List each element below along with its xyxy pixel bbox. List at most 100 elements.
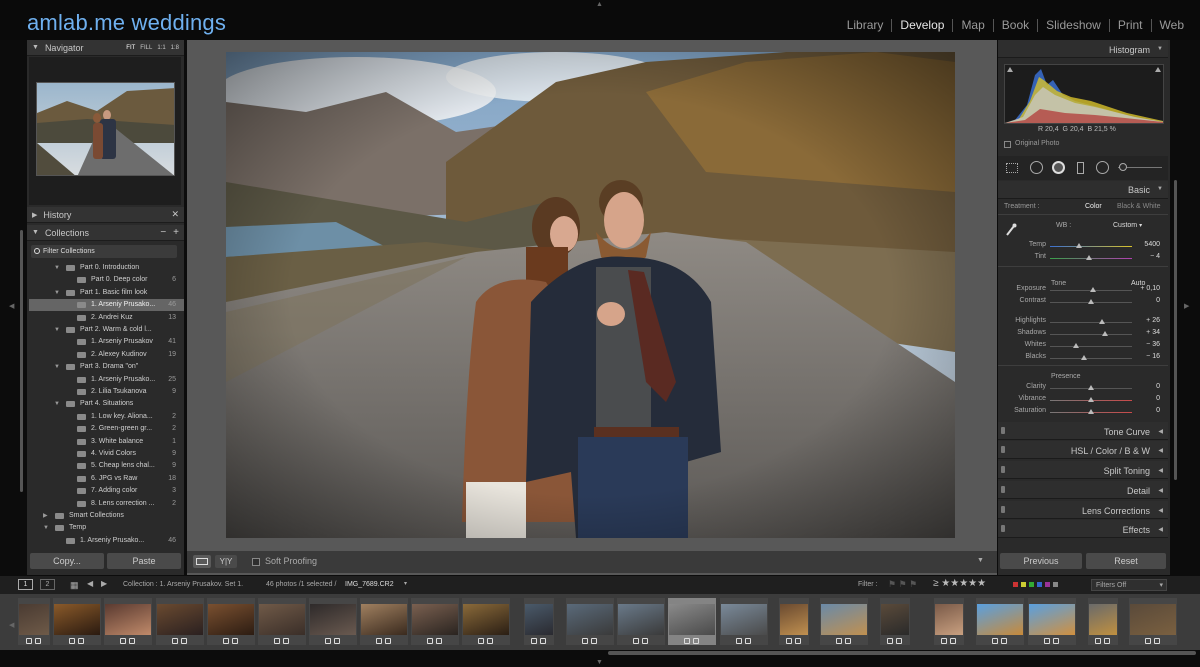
color-label-green[interactable] [1029, 582, 1034, 587]
remove-collection-icon[interactable]: − [160, 227, 166, 238]
right-panel-toggle-icon[interactable]: ▶ [1184, 302, 1189, 310]
panel-switch-icon[interactable] [1001, 486, 1005, 493]
panel-section-header[interactable]: Detail ◀ [998, 481, 1168, 499]
color-label-yellow[interactable] [1021, 582, 1026, 587]
filmstrip-thumbnail[interactable] [258, 598, 306, 645]
filmstrip-thumbnail[interactable] [934, 598, 964, 645]
collection-item[interactable]: Part 0. Deep color 6 [29, 274, 184, 286]
navigator-thumbnail[interactable] [36, 82, 175, 176]
filmstrip-thumbnail[interactable] [1129, 598, 1177, 645]
clear-history-icon[interactable]: ✕ [171, 209, 179, 220]
collection-item[interactable]: 1. Arseniy Prusako... 46 [29, 299, 184, 312]
zoom-1-8[interactable]: 1:8 [171, 45, 179, 51]
copy-button[interactable]: Copy... [30, 553, 104, 569]
collection-set[interactable]: ▼ Part 1. Basic film look [29, 287, 184, 299]
filmstrip-thumbnail[interactable] [779, 598, 809, 645]
collection-item[interactable]: 5. Cheap lens chal... 9 [29, 460, 184, 472]
color-label-purple[interactable] [1045, 582, 1050, 587]
filmstrip-thumbnail[interactable] [820, 598, 868, 645]
collection-set[interactable]: ▼ Part 3. Drama "on" [29, 361, 184, 373]
disclosure-icon[interactable]: ▶ [43, 510, 48, 522]
filmstrip-thumbnail[interactable] [309, 598, 357, 645]
collection-set[interactable]: ▼ Part 2. Warm & cold l... [29, 324, 184, 336]
disclosure-icon[interactable]: ▼ [54, 262, 60, 274]
module-library[interactable]: Library [839, 19, 892, 32]
collection-item[interactable]: 1. Arseniy Prusako... 25 [29, 374, 184, 386]
module-map[interactable]: Map [952, 19, 992, 32]
filmstrip-thumbnail[interactable] [617, 598, 665, 645]
rating-filter-stars[interactable]: ≥ ★★★★★ [933, 578, 986, 589]
right-scrollbar[interactable] [1174, 180, 1177, 480]
collection-item[interactable]: 4. Vivid Colors 9 [29, 448, 184, 460]
collection-set[interactable]: ▼ Part 0. Introduction [29, 262, 184, 274]
left-scrollbar[interactable] [20, 230, 23, 492]
left-panel-toggle-icon[interactable]: ◀ [9, 302, 14, 310]
bottom-panel-toggle-icon[interactable]: ▼ [596, 659, 603, 666]
disclosure-icon[interactable]: ▼ [54, 324, 60, 336]
zoom-fill[interactable]: FILL [140, 45, 152, 51]
filmstrip-thumbnail[interactable] [156, 598, 204, 645]
module-book[interactable]: Book [992, 19, 1037, 32]
collection-item[interactable]: 2. Lilia Tsukanova 9 [29, 386, 184, 398]
module-web[interactable]: Web [1150, 19, 1192, 32]
collection-item[interactable]: 8. Lens correction ... 2 [29, 498, 184, 510]
filmstrip-thumbnail[interactable] [720, 598, 768, 645]
collection-item[interactable]: 1. Arseniy Prusako... 46 [29, 535, 184, 547]
disclosure-icon[interactable]: ▼ [43, 522, 49, 534]
filmstrip-thumbnail[interactable] [524, 598, 554, 645]
main-photo[interactable] [226, 52, 955, 538]
previous-button[interactable]: Previous [1000, 553, 1082, 569]
reset-button[interactable]: Reset [1086, 553, 1166, 569]
loupe-view-icon[interactable] [193, 555, 211, 568]
grid-icon[interactable]: ▦ [70, 580, 79, 591]
panel-section-header[interactable]: HSL / Color / B & W ◀ [998, 441, 1168, 459]
filmstrip-thumbnail[interactable] [411, 598, 459, 645]
filmstrip-thumbnail[interactable] [668, 598, 716, 645]
main-window-button[interactable]: 1 [18, 579, 33, 590]
filmstrip-thumbnail[interactable] [18, 598, 50, 645]
collection-item[interactable]: 6. JPG vs Raw 18 [29, 473, 184, 485]
selected-filename[interactable]: IMG_7689.CR2 [345, 581, 394, 588]
history-header[interactable]: ▶ History ✕ [27, 207, 184, 223]
filmstrip-thumbnail[interactable] [880, 598, 910, 645]
flag-filter-icons[interactable]: ⚑ ⚑ ⚑ [888, 579, 917, 590]
disclosure-icon[interactable]: ▼ [54, 361, 60, 373]
panel-switch-icon[interactable] [1001, 427, 1005, 434]
panel-switch-icon[interactable] [1001, 446, 1005, 453]
filmstrip-thumbnail[interactable] [207, 598, 255, 645]
collection-set[interactable]: ▶ Smart Collections [29, 510, 184, 522]
color-label-none[interactable] [1053, 582, 1058, 587]
collection-set[interactable]: ▼ Temp [29, 522, 184, 534]
top-panel-toggle-icon[interactable]: ▲ [596, 1, 603, 8]
filmstrip-thumbnail[interactable] [360, 598, 408, 645]
module-print[interactable]: Print [1108, 19, 1151, 32]
soft-proofing-checkbox[interactable] [252, 558, 260, 566]
collection-set[interactable]: ▼ Part 4. Situations [29, 398, 184, 410]
filmstrip-thumbnail[interactable] [1088, 598, 1118, 645]
filename-dropdown-icon[interactable]: ▾ [404, 580, 407, 587]
source-path[interactable]: Collection : 1. Arseniy Prusakov. Set 1. [123, 581, 243, 588]
zoom-fit[interactable]: FIT [126, 45, 135, 51]
filmstrip-scroll-left-icon[interactable]: ◀ [9, 621, 14, 629]
forward-arrow-icon[interactable]: ▶ [101, 579, 107, 588]
collections-header[interactable]: ▼ Collections − + [27, 225, 184, 241]
collection-item[interactable]: 2. Andrei Kuz 13 [29, 312, 184, 324]
panel-section-header[interactable]: Tone Curve ◀ [998, 422, 1168, 440]
collection-item[interactable]: 7. Adding color 3 [29, 485, 184, 497]
module-slideshow[interactable]: Slideshow [1037, 19, 1109, 32]
panel-switch-icon[interactable] [1001, 506, 1005, 513]
back-arrow-icon[interactable]: ◀ [87, 579, 93, 588]
collection-item[interactable]: 3. White balance 1 [29, 436, 184, 448]
filmstrip-thumbnail[interactable] [1028, 598, 1076, 645]
panel-section-header[interactable]: Effects ◀ [998, 520, 1168, 538]
second-window-button[interactable]: 2 [40, 579, 55, 590]
filmstrip-thumbnail[interactable] [53, 598, 101, 645]
module-develop[interactable]: Develop [891, 19, 952, 32]
filter-collections-field[interactable]: Filter Collections [31, 245, 177, 258]
disclosure-icon[interactable]: ▼ [54, 287, 60, 299]
disclosure-icon[interactable]: ▼ [54, 398, 60, 410]
panel-switch-icon[interactable] [1001, 466, 1005, 473]
filmstrip-thumbnail[interactable] [104, 598, 152, 645]
filmstrip-scrollbar[interactable] [608, 651, 1196, 655]
color-label-red[interactable] [1013, 582, 1018, 587]
